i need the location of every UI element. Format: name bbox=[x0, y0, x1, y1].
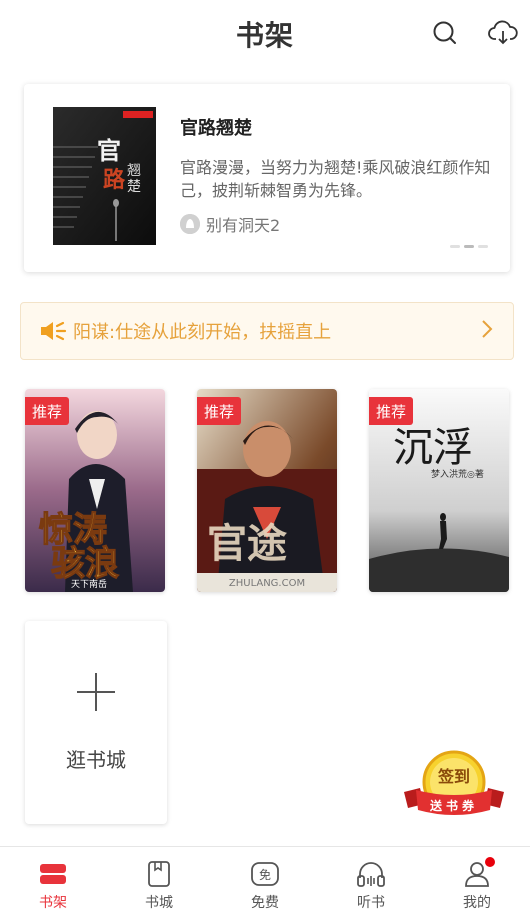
book-card[interactable]: 沉浮 梦入洪荒◎著 推荐 bbox=[369, 389, 509, 592]
chevron-right-icon[interactable] bbox=[481, 319, 493, 343]
book-card[interactable]: 惊涛 骇浪 天下南岳 推荐 bbox=[25, 389, 165, 592]
recommend-badge: 推荐 bbox=[197, 397, 242, 425]
browse-store-label: 逛书城 bbox=[66, 748, 126, 772]
tab-label: 我的 bbox=[463, 895, 491, 911]
tab-bookshelf[interactable]: 书架 bbox=[0, 847, 106, 920]
headphones-icon bbox=[356, 859, 386, 889]
featured-book-title[interactable]: 官路翘楚 bbox=[180, 114, 498, 140]
book-card[interactable]: 官途 ZHULANG.COM 推荐 bbox=[197, 389, 337, 592]
app-header: 书架 bbox=[0, 0, 530, 66]
free-icon-text: 免 bbox=[259, 867, 271, 882]
svg-text:官途: 官途 bbox=[207, 520, 287, 567]
tab-bookstore[interactable]: 书城 bbox=[106, 847, 212, 920]
bottom-tab-bar: 书架 书城 免 免费 听书 我的 bbox=[0, 846, 530, 920]
carousel-indicator bbox=[450, 245, 488, 248]
recommend-badge: 推荐 bbox=[25, 397, 70, 425]
carousel-dot bbox=[450, 245, 460, 248]
signin-text: 签到 bbox=[437, 767, 470, 786]
carousel-dot-active bbox=[464, 245, 474, 248]
svg-text:翘: 翘 bbox=[127, 163, 141, 179]
tab-label: 书城 bbox=[145, 895, 173, 911]
notice-text[interactable]: 阳谋:仕途从此刻开始，扶摇直上 bbox=[73, 318, 481, 344]
signin-badge[interactable]: 签到 送书券 bbox=[402, 748, 506, 824]
svg-text:梦入洪荒◎著: 梦入洪荒◎著 bbox=[431, 468, 484, 480]
free-icon: 免 bbox=[250, 859, 280, 889]
featured-book-description: 官路漫漫，当努力为翘楚!乘风破浪红颜作知己，披荆斩棘智勇为先锋。 bbox=[180, 158, 491, 200]
svg-text:楚: 楚 bbox=[127, 179, 141, 195]
tab-audiobook[interactable]: 听书 bbox=[318, 847, 424, 920]
featured-book-cover[interactable]: 官 路 翘 楚 bbox=[53, 107, 156, 245]
tab-profile[interactable]: 我的 bbox=[424, 847, 530, 920]
signin-ribbon-text: 送书券 bbox=[429, 798, 478, 813]
tab-label: 听书 bbox=[357, 895, 385, 911]
book-icon bbox=[144, 859, 174, 889]
svg-text:天下南岳: 天下南岳 bbox=[71, 578, 107, 590]
speaker-icon bbox=[39, 319, 67, 343]
notice-bar[interactable]: 阳谋:仕途从此刻开始，扶摇直上 bbox=[20, 302, 514, 360]
author-avatar-icon bbox=[180, 214, 200, 234]
svg-text:路: 路 bbox=[103, 167, 126, 193]
svg-text:官: 官 bbox=[97, 136, 121, 165]
search-icon[interactable] bbox=[430, 18, 460, 48]
carousel-dot bbox=[478, 245, 488, 248]
tab-label: 免费 bbox=[251, 895, 279, 911]
svg-text:骇浪: 骇浪 bbox=[51, 544, 119, 584]
featured-book-card[interactable]: 官 路 翘 楚 官路翘楚 官路漫漫，当努力为翘楚!乘风破浪红颜作知己，披荆斩棘智… bbox=[24, 84, 510, 272]
notification-dot bbox=[485, 857, 495, 867]
plus-icon bbox=[77, 673, 115, 711]
author-name: 别有洞天2 bbox=[206, 216, 281, 235]
tab-label: 书架 bbox=[39, 895, 67, 911]
tab-free[interactable]: 免 免费 bbox=[212, 847, 318, 920]
browse-store-card[interactable]: 逛书城 bbox=[25, 621, 167, 824]
recommend-badge: 推荐 bbox=[369, 397, 414, 425]
bookshelf-icon bbox=[38, 859, 68, 889]
featured-book-author: 别有洞天2 bbox=[180, 212, 498, 236]
cover-footer-text: ZHULANG.COM bbox=[229, 578, 305, 589]
featured-book-info: 官路翘楚 官路漫漫，当努力为翘楚!乘风破浪红颜作知己，披荆斩棘智勇为先锋。 别有… bbox=[180, 114, 498, 236]
svg-text:沉浮: 沉浮 bbox=[393, 425, 473, 471]
cloud-download-icon[interactable] bbox=[488, 18, 518, 48]
